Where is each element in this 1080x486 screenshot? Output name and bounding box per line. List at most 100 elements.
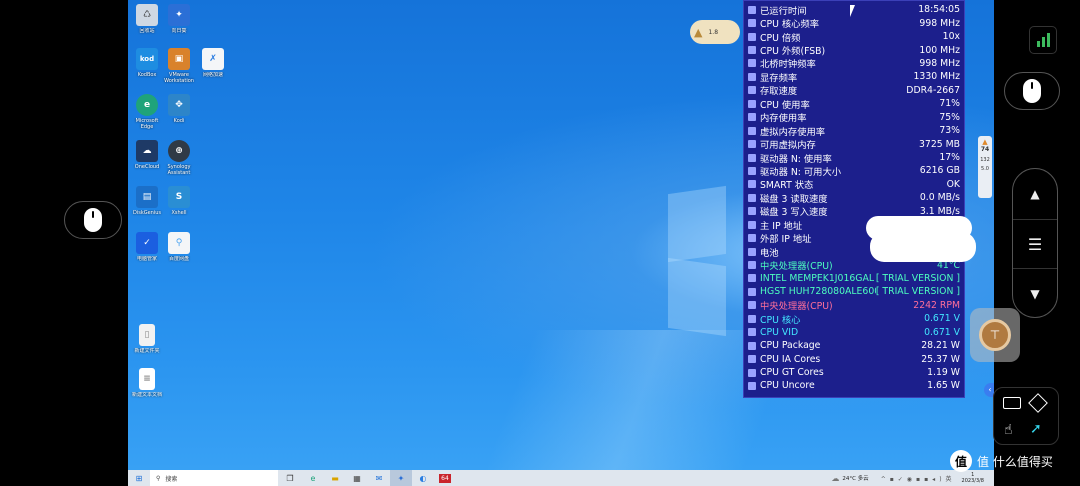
sensor-icon (748, 72, 756, 81)
remote-desktop-app: ♺ 回收站 ✦ 向日葵 kod KodBox ▣ VMware Workstat… (0, 0, 1080, 486)
mouse-mode-button-left[interactable] (64, 201, 122, 239)
desktop-icon-text-doc[interactable]: ≡ 新建文本文档 (130, 368, 164, 404)
scroll-drag-handle[interactable]: ☰ (1013, 219, 1057, 269)
sensor-icon (748, 261, 756, 270)
taskbar-explorer-icon[interactable]: ▬ (324, 470, 346, 486)
monitor-row-label: 已运行时间 (760, 5, 807, 17)
taskbar-app-icon[interactable]: ◐ (412, 470, 434, 486)
monitor-row: CPU 外频(FSB) 100 MHz (748, 43, 960, 58)
sensor-icon (748, 193, 756, 202)
monitor-row-value: 17% (939, 152, 960, 164)
monitor-row-value: 2242 RPM (913, 299, 960, 311)
mouse-icon (1023, 79, 1041, 103)
input-mode-panel: ☝ ➚ (993, 387, 1059, 445)
taskbar-sunlogin-icon[interactable]: ✦ (390, 470, 412, 486)
monitor-row-label: CPU VID (760, 326, 799, 338)
monitor-row: 北桥时钟频率 998 MHz (748, 57, 960, 70)
system-stats-widget[interactable]: ▲ 74 132 5.0 (978, 136, 992, 198)
tray-icons[interactable]: ^▪✓◉▪▪◂)英 (881, 474, 956, 483)
sensor-icon (748, 153, 756, 162)
remote-desktop-view[interactable]: ♺ 回收站 ✦ 向日葵 kod KodBox ▣ VMware Workstat… (128, 0, 994, 486)
monitor-row-label: CPU 核心频率 (760, 19, 820, 31)
task-view-icon[interactable]: ❐ (278, 470, 302, 486)
monitor-row: CPU 核心 0.671 V (748, 312, 960, 326)
monitor-row-value: OK (946, 178, 960, 190)
desktop-icon-kodbox[interactable]: kod KodBox (130, 48, 164, 84)
monitor-row-value: [ TRIAL VERSION ] (875, 286, 960, 298)
layers-icon[interactable] (1028, 393, 1048, 413)
mouse-mode-button[interactable] (1004, 72, 1060, 110)
shield-icon: ✓ (136, 232, 158, 254)
assist-circle-icon: ⊤ (979, 319, 1011, 351)
sensor-icon (748, 140, 756, 149)
redacted-ip-block (870, 232, 976, 262)
monitor-row-value: 998 MHz (919, 57, 960, 69)
monitor-row: CPU IA Cores 25.37 W (748, 352, 960, 365)
sensor-icon (748, 368, 756, 377)
monitor-row: CPU Uncore 1.65 W (748, 379, 960, 392)
desktop-icon-xshell[interactable]: S Xshell (162, 186, 196, 222)
keyboard-icon[interactable] (1003, 397, 1021, 409)
desktop-icon-folder[interactable]: ▯ 新建文件夹 (130, 324, 164, 360)
sensor-icon (748, 355, 756, 364)
sensor-icon (748, 113, 756, 122)
netdisk-icon: ⚲ (168, 232, 190, 254)
monitor-row-value: 100 MHz (919, 44, 960, 56)
monitor-row: 可用虚拟内存 3725 MB (748, 137, 960, 151)
scroll-up-button[interactable]: ▲ (1013, 169, 1057, 219)
desktop-icon-edge[interactable]: e Microsoft Edge (130, 94, 164, 130)
monitor-row-value: [ TRIAL VERSION ] (875, 272, 960, 284)
desktop-icon-kodi[interactable]: ✥ Kodi (162, 94, 196, 130)
monitor-row: CPU VID 0.671 V (748, 326, 960, 339)
monitor-row: 内存使用率 75% (748, 111, 960, 124)
floating-badge-value: 1.8 (708, 28, 719, 36)
desktop-icon-accelerator[interactable]: ✗ 网络加速 (196, 48, 230, 84)
monitor-row-value: 25.37 W (921, 353, 960, 365)
monitor-row: CPU GT Cores 1.19 W (748, 366, 960, 379)
desktop-icon-sunlogin[interactable]: ✦ 向日葵 (162, 4, 196, 40)
sensor-icon (748, 314, 756, 323)
monitor-row-label: 中央处理器(CPU) (760, 301, 833, 313)
sensor-icon (748, 59, 756, 68)
taskbar-store-icon[interactable]: ▦ (346, 470, 368, 486)
monitor-row-value: 6216 GB (919, 165, 960, 177)
taskbar-edge-icon[interactable]: e (302, 470, 324, 486)
desktop-icon-vmware[interactable]: ▣ VMware Workstation (162, 48, 196, 84)
sensor-icon (748, 126, 756, 135)
file-icon: ▯ (139, 324, 155, 346)
monitor-row-value: 75% (939, 111, 960, 123)
monitor-row-value: 1.65 W (927, 380, 960, 392)
taskbar-aida-icon[interactable]: 64 (434, 470, 456, 486)
windows-taskbar: ⊞ ⚲ 搜索 ❐ e ▬ ▦ ✉ ✦ ◐ 64 ☁ 24°C 多云 ^▪✓◉▪▪… (128, 470, 994, 486)
floating-accelerator-widget[interactable]: ▲ 1.8 (690, 20, 740, 44)
monitor-row-value: 1.19 W (927, 367, 960, 379)
desktop-icon-recycle-bin[interactable]: ♺ 回收站 (130, 4, 164, 40)
cursor-click-icon[interactable]: ➚ (1030, 421, 1042, 437)
kodi-icon: ✥ (168, 94, 190, 116)
desktop-icon-onecloud[interactable]: ☁ OneCloud (130, 140, 164, 176)
signal-bar (1041, 37, 1045, 47)
monitor-row-value: 3725 MB (918, 138, 960, 150)
sensor-icon (748, 234, 756, 243)
taskbar-search-box[interactable]: ⚲ 搜索 (150, 470, 278, 486)
monitor-row-value: 73% (939, 125, 960, 137)
sensor-icon (748, 32, 756, 41)
sensor-icon (748, 287, 756, 296)
xshell-icon: S (168, 186, 190, 208)
desktop-icon-diskgenius[interactable]: ▤ DiskGenius (130, 186, 164, 222)
scroll-down-button[interactable]: ▼ (1013, 269, 1057, 319)
monitor-row-value: 0.0 MB/s (919, 192, 960, 204)
touch-icon[interactable]: ☝ (1004, 422, 1013, 438)
sensor-icon (748, 207, 756, 216)
windows-start-icon[interactable]: ⊞ (128, 470, 150, 486)
desktop-icon-synology[interactable]: ⊕ Synology Assistant (162, 140, 196, 176)
signal-strength-icon[interactable] (1029, 26, 1057, 54)
monitor-row-label: CPU 外频(FSB) (760, 46, 826, 58)
weather-text[interactable]: 24°C 多云 (842, 474, 868, 482)
floating-assist-button[interactable]: ⊤ (970, 308, 1020, 362)
hardware-monitor-panel: 已运行时间 18:54:05 CPU 核心频率 998 MHz CPU 倍频 10x CPU… (743, 0, 965, 398)
sensor-icon (748, 19, 756, 28)
taskbar-mail-icon[interactable]: ✉ (368, 470, 390, 486)
desktop-icon-baidu-netdisk[interactable]: ⚲ 百度网盘 (162, 232, 196, 268)
desktop-icon-pc-manager[interactable]: ✓ 电脑管家 (130, 232, 164, 268)
